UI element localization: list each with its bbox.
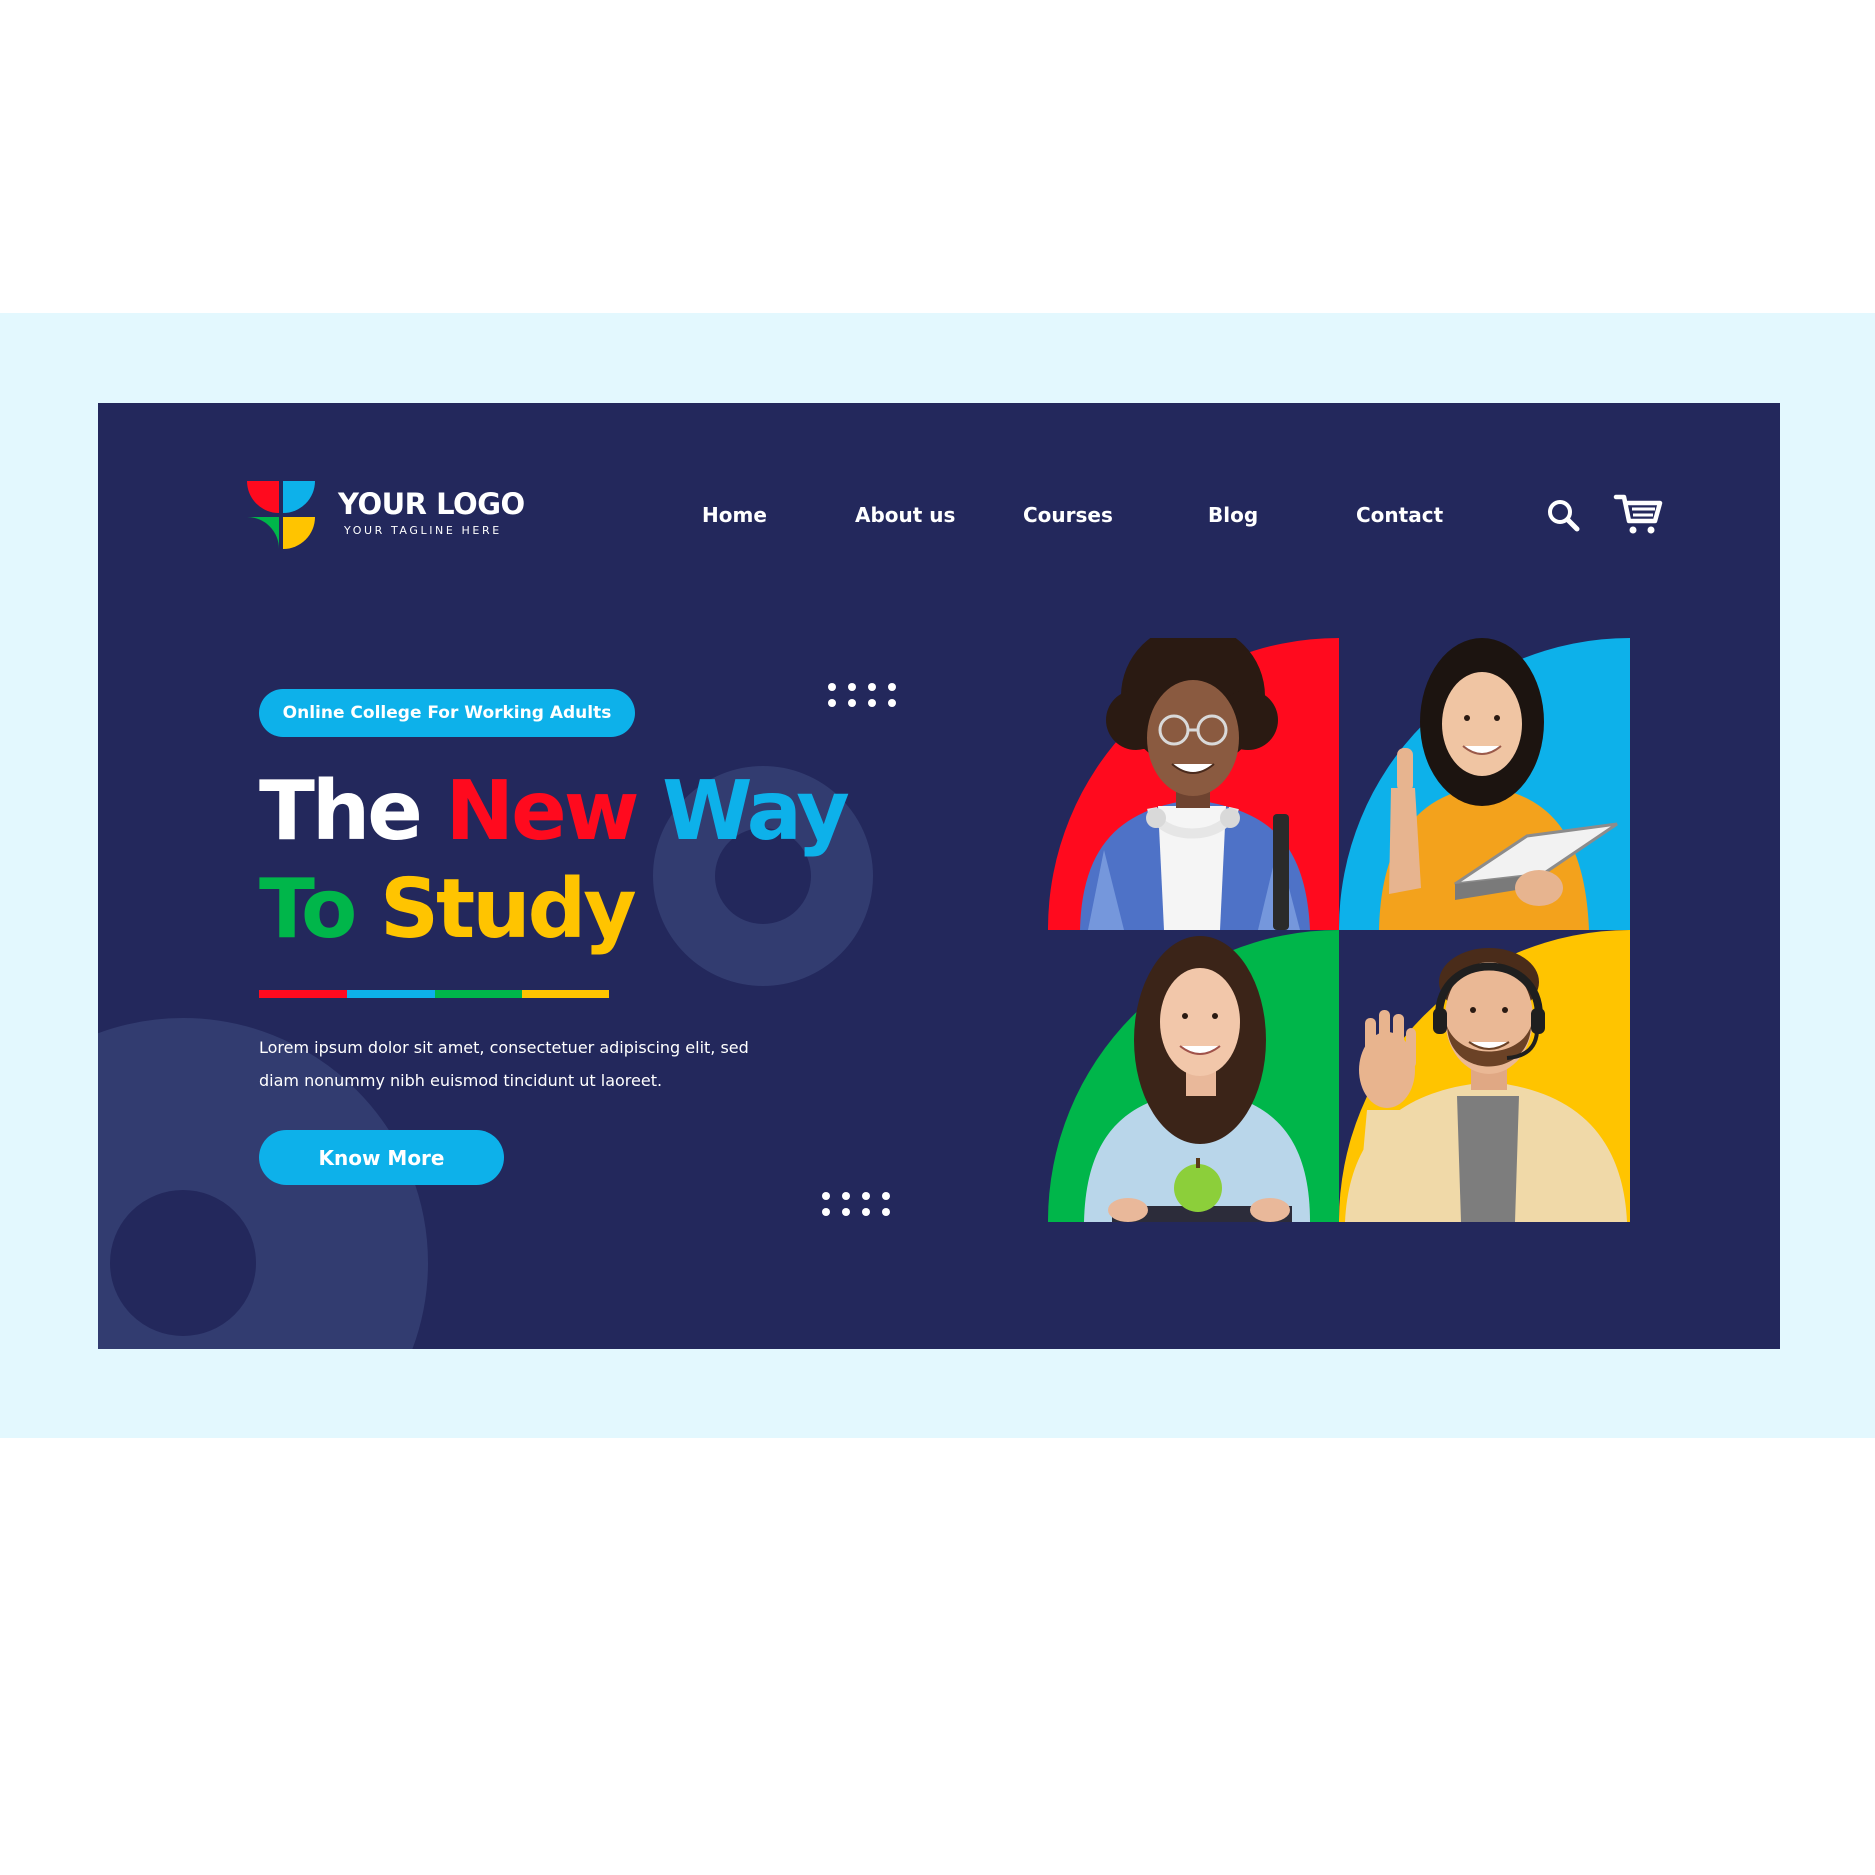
headline-line-2: To Study <box>259 861 847 959</box>
logo-tagline: YOUR TAGLINE HERE <box>344 524 502 537</box>
headline-word-new: New <box>445 764 640 859</box>
hero-headline: The New Way To Study <box>259 763 850 959</box>
stripe-red <box>259 990 347 998</box>
hero-badge: Online College For Working Adults <box>259 689 635 737</box>
student-photo-1 <box>1048 638 1339 930</box>
know-more-button[interactable]: Know More <box>259 1130 504 1185</box>
dot-pattern-top <box>828 683 900 711</box>
student-photo-3 <box>1048 930 1339 1222</box>
nav-blog[interactable]: Blog <box>1208 503 1258 527</box>
search-icon <box>1548 500 1580 532</box>
student-photo-2 <box>1339 638 1630 930</box>
cart-button[interactable] <box>1613 491 1663 537</box>
logo-mark-icon <box>247 481 315 549</box>
student-photo-4 <box>1339 930 1630 1222</box>
stripe-blue <box>347 990 435 998</box>
stripe-yellow <box>522 990 609 998</box>
headline-word-way: Way <box>662 764 850 859</box>
headline-line-1: The New Way <box>259 763 850 861</box>
hero-description: Lorem ipsum dolor sit amet, consectetuer… <box>259 1038 749 1090</box>
search-button[interactable] <box>1546 498 1582 534</box>
nav-contact[interactable]: Contact <box>1356 503 1443 527</box>
cart-icon <box>1613 494 1663 534</box>
dot-pattern-bottom <box>822 1192 894 1220</box>
nav-courses[interactable]: Courses <box>1023 503 1113 527</box>
headline-word-to: To <box>259 862 357 957</box>
logo-text: YOUR LOGO YOUR TAGLINE HERE <box>338 487 525 537</box>
landing-page: YOUR LOGO YOUR TAGLINE HERE Home About u… <box>98 403 1780 1349</box>
headline-word-study: Study <box>379 862 637 957</box>
logo-title: YOUR LOGO <box>338 487 525 521</box>
nav-about-us[interactable]: About us <box>855 503 955 527</box>
stripe-green <box>435 990 522 998</box>
logo[interactable]: YOUR LOGO YOUR TAGLINE HERE <box>243 477 543 553</box>
nav-home[interactable]: Home <box>702 503 767 527</box>
headline-word-the: The <box>259 764 423 859</box>
